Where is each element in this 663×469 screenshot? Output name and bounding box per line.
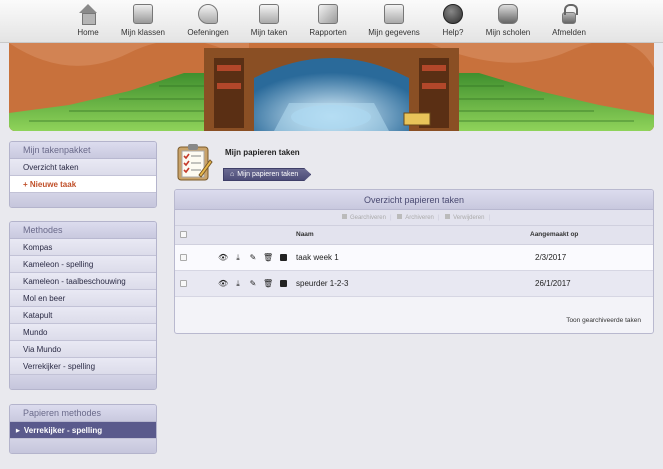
- sidebar-methodes-title: Methodes: [10, 222, 156, 239]
- table-header: Naam Aangemaakt op: [175, 226, 653, 245]
- archive-icon[interactable]: [278, 279, 288, 289]
- triangle-right-icon: ▶: [16, 428, 20, 434]
- nav-mijn-scholen-label: Mijn scholen: [485, 28, 531, 37]
- nav-home-label: Home: [77, 28, 99, 37]
- header-banner: [9, 43, 654, 131]
- sidebar-takenpakket-title: Mijn takenpakket: [10, 142, 156, 159]
- download-icon[interactable]: ⤓: [233, 253, 243, 263]
- sidebar-item-verrekijker-spelling[interactable]: Verrekijker - spelling: [10, 358, 156, 375]
- home-icon: ⌂: [230, 171, 235, 178]
- sidebar-item-katapult[interactable]: Katapult: [10, 307, 156, 324]
- classes-icon: [133, 4, 153, 24]
- exercises-icon: [198, 4, 218, 24]
- table-row: 👁 ⤓ ✎ 🗑 taak week 1 2/3/2017: [175, 245, 653, 271]
- nav-oefeningen[interactable]: Oefeningen: [177, 4, 239, 37]
- sidebar-papieren-methodes: Papieren methodes ▶ Verrekijker - spellin…: [9, 404, 157, 454]
- pencil-icon[interactable]: ✎: [248, 253, 258, 263]
- nav-help-label: Help?: [442, 28, 464, 37]
- sidebar-papieren-methodes-title: Papieren methodes: [10, 405, 156, 422]
- papieren-taken-overview: Overzicht papieren taken Gearchiveren | A…: [174, 189, 654, 334]
- verwijderen-label: Verwijderen: [453, 215, 485, 221]
- toon-gearchiveerde-taken-link[interactable]: Toon gearchiveerde taken: [566, 317, 641, 324]
- sidebar-item-overzicht-taken[interactable]: Overzicht taken: [10, 159, 156, 176]
- eye-icon[interactable]: 👁: [218, 279, 228, 289]
- nav-afmelden-label: Afmelden: [552, 28, 586, 37]
- archive-icon[interactable]: [278, 253, 288, 263]
- row-checkbox[interactable]: [180, 254, 187, 261]
- nav-mijn-klassen-label: Mijn klassen: [120, 28, 165, 37]
- nav-mijn-klassen[interactable]: Mijn klassen: [112, 4, 174, 37]
- help-icon: [443, 4, 463, 24]
- schools-icon: [498, 4, 518, 24]
- nav-mijn-taken[interactable]: Mijn taken: [238, 4, 300, 37]
- clipboard-checklist-icon: [177, 144, 213, 181]
- task-toolbar: Gearchiveren | Archiveren | Verwijderen |: [175, 210, 653, 226]
- reports-icon: [318, 4, 338, 24]
- archive-icon: [341, 214, 347, 219]
- nav-mijn-gegevens[interactable]: Mijn gegevens: [363, 4, 425, 37]
- task-created-date: 2/3/2017: [535, 253, 567, 262]
- task-created-date: 26/1/2017: [535, 279, 571, 288]
- nav-afmelden[interactable]: Afmelden: [538, 4, 600, 37]
- trash-icon[interactable]: 🗑: [263, 253, 273, 263]
- nav-mijn-taken-label: Mijn taken: [250, 28, 288, 37]
- download-icon[interactable]: ⤓: [233, 279, 243, 289]
- task-name[interactable]: taak week 1: [296, 253, 339, 262]
- lock-icon: [562, 4, 578, 24]
- sidebar-papieren-methodes-footer: [10, 439, 156, 453]
- archiveren-label: Archiveren: [405, 215, 434, 221]
- sidebar-item-papieren-verrekijker[interactable]: ▶ Verrekijker - spelling: [10, 422, 156, 439]
- archiveren-button[interactable]: Archiveren: [393, 210, 438, 226]
- table-row: 👁 ⤓ ✎ 🗑 speurder 1-2-3 26/1/2017: [175, 271, 653, 297]
- delete-icon: [445, 214, 451, 219]
- sidebar-methodes: Methodes Kompas Kameleon - spelling Kame…: [9, 221, 157, 390]
- task-name[interactable]: speurder 1-2-3: [296, 279, 348, 288]
- overview-title: Overzicht papieren taken: [175, 190, 653, 210]
- sidebar-item-mundo[interactable]: Mundo: [10, 324, 156, 341]
- sidebar-takenpakket: Mijn takenpakket Overzicht taken + Nieuw…: [9, 141, 157, 208]
- verwijderen-button[interactable]: Verwijderen: [441, 210, 488, 226]
- row-checkbox[interactable]: [180, 280, 187, 287]
- sidebar-item-kameleon-taalbeschouwing[interactable]: Kameleon - taalbeschouwing: [10, 273, 156, 290]
- top-navigation: Home Mijn klassen Oefeningen Mijn taken …: [0, 0, 663, 43]
- sidebar-item-label: Verrekijker - spelling: [23, 426, 103, 435]
- sidebar-item-via-mundo[interactable]: Via Mundo: [10, 341, 156, 358]
- page-title: Mijn papieren taken: [225, 148, 300, 157]
- nav-help[interactable]: Help?: [422, 4, 484, 37]
- eye-icon[interactable]: 👁: [218, 253, 228, 263]
- pencil-icon[interactable]: ✎: [248, 279, 258, 289]
- nav-oefeningen-label: Oefeningen: [187, 28, 229, 37]
- breadcrumb-label: Mijn papieren taken: [237, 171, 299, 178]
- nav-home[interactable]: Home: [57, 4, 119, 37]
- nav-rapporten[interactable]: Rapporten: [297, 4, 359, 37]
- sidebar-item-mol-en-beer[interactable]: Mol en beer: [10, 290, 156, 307]
- sidebar-takenpakket-footer: [10, 193, 156, 207]
- gearchiveren-label: Gearchiveren: [349, 215, 386, 221]
- nav-mijn-gegevens-label: Mijn gegevens: [368, 28, 420, 37]
- gearchiveren-button[interactable]: Gearchiveren: [338, 210, 390, 226]
- tasks-icon: [259, 4, 279, 24]
- profile-icon: [384, 4, 404, 24]
- home-icon: [78, 4, 98, 25]
- breadcrumb[interactable]: ⌂ Mijn papieren taken: [223, 168, 311, 181]
- nav-rapporten-label: Rapporten: [309, 28, 347, 37]
- sidebar-item-kompas[interactable]: Kompas: [10, 239, 156, 256]
- column-naam[interactable]: Naam: [296, 231, 314, 238]
- nav-mijn-scholen[interactable]: Mijn scholen: [477, 4, 539, 37]
- sidebar-item-kameleon-spelling[interactable]: Kameleon - spelling: [10, 256, 156, 273]
- trash-icon[interactable]: 🗑: [263, 279, 273, 289]
- sidebar-methodes-footer: [10, 375, 156, 389]
- archive-icon: [397, 214, 403, 219]
- library-illustration: [9, 43, 654, 131]
- column-aangemaakt-op[interactable]: Aangemaakt op: [530, 231, 578, 238]
- sidebar-item-nieuwe-taak[interactable]: + Nieuwe taak: [10, 176, 156, 193]
- select-all-checkbox[interactable]: [180, 231, 187, 238]
